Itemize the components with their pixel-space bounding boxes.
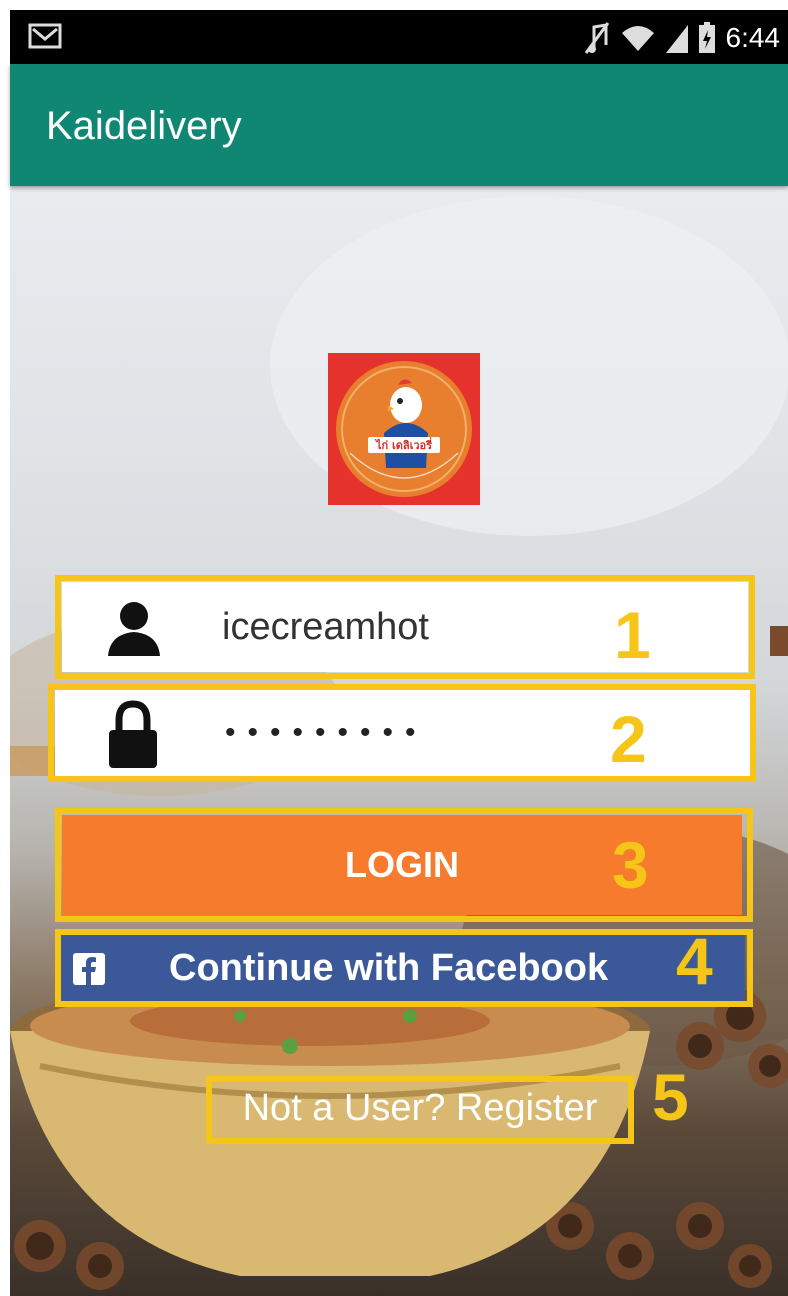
status-time: 6:44 bbox=[725, 22, 781, 53]
annotation-number-1: 1 bbox=[614, 598, 651, 672]
app-title: Kaidelivery bbox=[46, 104, 242, 148]
svg-text:ไก่ เดลิเวอรี่: ไก่ เดลิเวอรี่ bbox=[374, 437, 432, 452]
annotation-number-2: 2 bbox=[610, 702, 647, 776]
status-bar: 6:44 bbox=[10, 10, 788, 64]
highlight-box-2 bbox=[48, 684, 756, 782]
annotation-number-4: 4 bbox=[676, 924, 713, 998]
cell-signal-icon bbox=[665, 25, 688, 53]
annotation-number-3: 3 bbox=[612, 828, 649, 902]
highlight-box-4 bbox=[55, 929, 753, 1007]
app-logo: ไก่ เดลิเวอรี่ bbox=[328, 353, 480, 505]
app-bar: Kaidelivery bbox=[10, 64, 788, 186]
annotation-number-5: 5 bbox=[652, 1060, 689, 1134]
phone-screen: 6:44 Kaidelivery ไก่ เดลิเวอรี่ icecream… bbox=[0, 0, 788, 1296]
chicken-logo-icon: ไก่ เดลิเวอรี่ bbox=[336, 361, 472, 497]
mute-icon bbox=[584, 22, 609, 54]
gmail-icon bbox=[28, 23, 62, 49]
wifi-icon bbox=[621, 26, 654, 51]
battery-charging-icon bbox=[698, 22, 715, 53]
highlight-box-5 bbox=[206, 1076, 634, 1144]
status-icons: 6:44 bbox=[584, 18, 781, 58]
